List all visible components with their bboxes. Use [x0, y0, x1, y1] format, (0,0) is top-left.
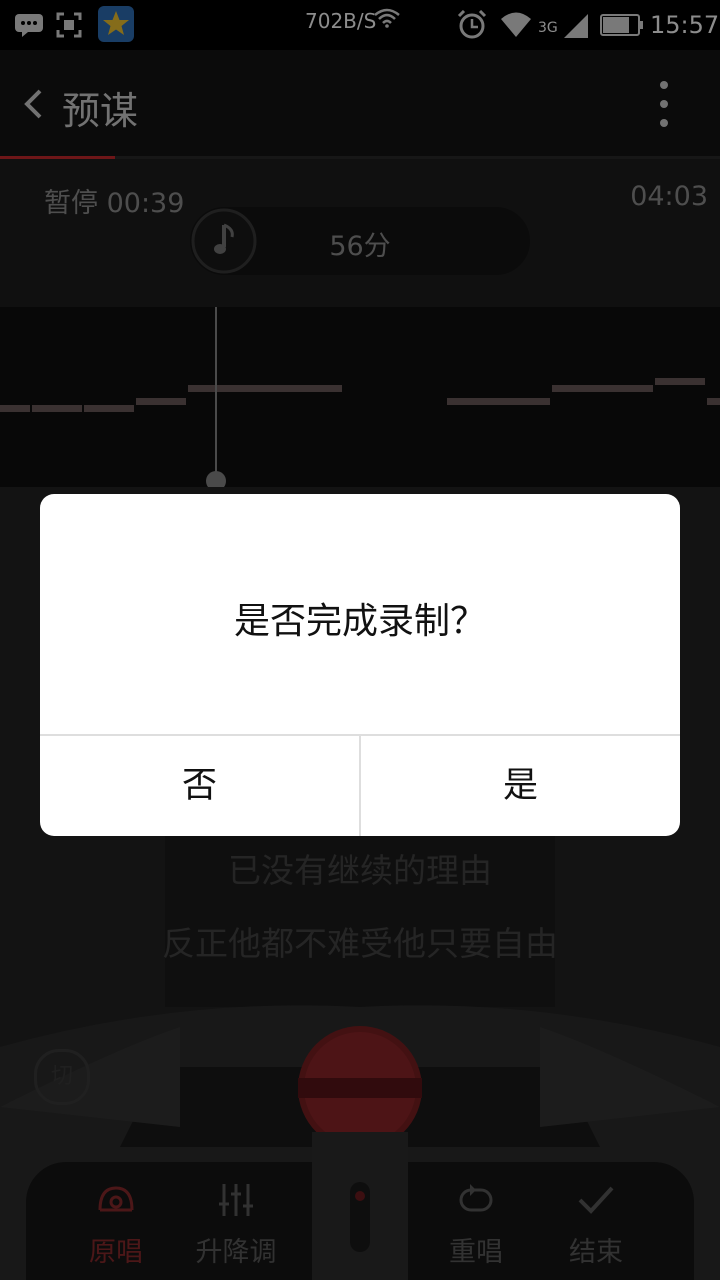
no-button[interactable]: 否	[40, 736, 359, 836]
dialog-message: 是否完成录制？	[233, 601, 486, 642]
confirm-dialog: 是否完成录制？ 否 是	[40, 494, 680, 836]
yes-button[interactable]: 是	[361, 736, 680, 836]
